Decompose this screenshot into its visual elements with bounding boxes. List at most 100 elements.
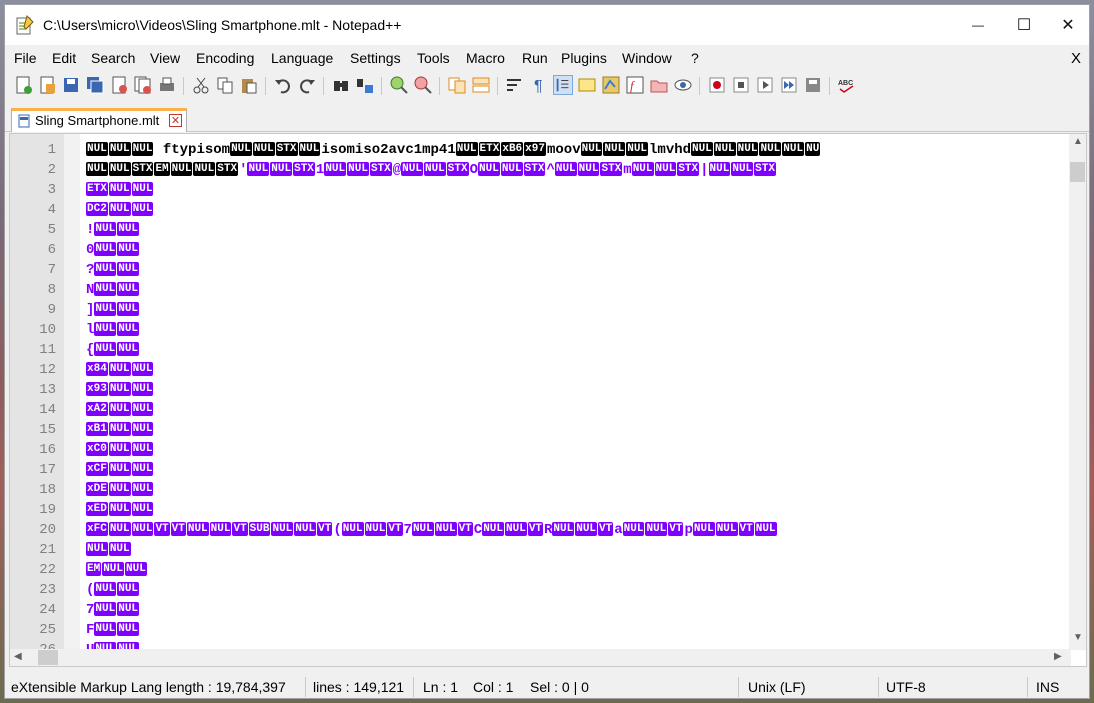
word-wrap-icon[interactable] (505, 75, 525, 95)
scroll-down-icon[interactable]: ▼ (1073, 632, 1083, 643)
monitoring-icon[interactable] (673, 75, 693, 95)
code-line[interactable]: EM NUL NUL (86, 560, 1070, 580)
code-line[interactable]: DC2 NUL NUL (86, 200, 1070, 220)
cut-icon[interactable] (191, 75, 211, 95)
code-line[interactable]: xDE NUL NUL (86, 480, 1070, 500)
menu-view[interactable]: View (150, 50, 180, 66)
code-line[interactable]: {NUL NUL (86, 340, 1070, 360)
code-line[interactable]: FNUL NUL (86, 620, 1070, 640)
status-sel: Sel : 0 | 0 (530, 679, 589, 695)
minimize-icon: — (972, 18, 984, 32)
menu-macro[interactable]: Macro (466, 50, 505, 66)
scroll-left-icon[interactable]: ◀ (14, 651, 22, 662)
code-line[interactable]: x84 NUL NUL (86, 360, 1070, 380)
status-eol[interactable]: Unix (LF) (748, 679, 806, 695)
code-line[interactable]: lNUL NUL (86, 320, 1070, 340)
copy-icon[interactable] (215, 75, 235, 95)
code-text[interactable]: NUL NUL NUL ftypisomNUL NUL STX NUL isomiso2av… (86, 140, 1070, 656)
close-window-button[interactable]: ✕ (1045, 5, 1089, 45)
menu-file[interactable]: File (14, 50, 37, 66)
code-line[interactable]: xED NUL NUL (86, 500, 1070, 520)
horizontal-scroll-thumb[interactable] (38, 650, 58, 665)
zoom-in-icon[interactable] (389, 75, 409, 95)
menu-edit[interactable]: Edit (52, 50, 76, 66)
code-line[interactable]: (NUL NUL (86, 580, 1070, 600)
menu-settings[interactable]: Settings (350, 50, 401, 66)
paste-icon[interactable] (239, 75, 259, 95)
redo-icon[interactable] (297, 75, 317, 95)
editor-area[interactable]: 1 2 3 4 5 6 7 8 9 10 11 12 13 14 15 16 17 18 19 20 21 22 23 24 2… (9, 133, 1087, 667)
spell-check-icon[interactable]: ABC (837, 75, 857, 95)
tab-label: Sling Smartphone.mlt (35, 113, 160, 128)
sync-horizontal-icon[interactable] (471, 75, 491, 95)
tab-sling-smartphone[interactable]: Sling Smartphone.mlt ✕ (11, 108, 187, 132)
code-line[interactable]: 0NUL NUL (86, 240, 1070, 260)
open-file-icon[interactable] (37, 75, 57, 95)
menu-window[interactable]: Window (622, 50, 672, 66)
user-defined-language-icon[interactable] (577, 75, 597, 95)
code-line[interactable]: !NUL NUL (86, 220, 1070, 240)
fold-margin (64, 134, 80, 666)
run-macro-multiple-icon[interactable] (779, 75, 799, 95)
code-line[interactable]: NUL NUL NUL ftypisomNUL NUL STX NUL isomiso2av… (86, 140, 1070, 160)
toolbar-separator (497, 77, 498, 95)
title-bar[interactable]: C:\Users\micro\Videos\Sling Smartphone.m… (5, 5, 1089, 45)
sync-vertical-icon[interactable] (447, 75, 467, 95)
close-document-x[interactable]: X (1071, 50, 1081, 67)
maximize-button[interactable]: ☐ (1001, 5, 1047, 45)
menu-bar: File Edit Search View Encoding Language … (5, 49, 1089, 71)
zoom-out-icon[interactable] (413, 75, 433, 95)
code-line[interactable]: ?NUL NUL (86, 260, 1070, 280)
menu-tools[interactable]: Tools (417, 50, 450, 66)
document-map-icon[interactable] (601, 75, 621, 95)
menu-run[interactable]: Run (522, 50, 548, 66)
code-line[interactable]: xA2 NUL NUL (86, 400, 1070, 420)
vertical-scrollbar[interactable]: ▲ ▼ (1069, 134, 1086, 650)
code-line[interactable]: ]NUL NUL (86, 300, 1070, 320)
tab-close-icon[interactable]: ✕ (169, 114, 182, 127)
code-line[interactable]: x93 NUL NUL (86, 380, 1070, 400)
undo-icon[interactable] (273, 75, 293, 95)
code-line[interactable]: xC0 NUL NUL (86, 440, 1070, 460)
code-line[interactable]: 7NUL NUL (86, 600, 1070, 620)
record-macro-icon[interactable] (707, 75, 727, 95)
menu-encoding[interactable]: Encoding (196, 50, 254, 66)
play-macro-icon[interactable] (755, 75, 775, 95)
save-icon[interactable] (61, 75, 81, 95)
indent-guide-icon[interactable] (553, 75, 573, 95)
new-file-icon[interactable] (13, 75, 33, 95)
print-icon[interactable] (157, 75, 177, 95)
code-line[interactable]: NNUL NUL (86, 280, 1070, 300)
close-all-icon[interactable] (133, 75, 153, 95)
vertical-scroll-thumb[interactable] (1070, 162, 1085, 182)
save-macro-icon[interactable] (803, 75, 823, 95)
code-line[interactable]: xCF NUL NUL (86, 460, 1070, 480)
find-icon[interactable] (331, 75, 351, 95)
scroll-right-icon[interactable]: ▶ (1054, 651, 1062, 662)
toolbar-separator (381, 77, 382, 95)
horizontal-scrollbar[interactable]: ◀ ▶ (10, 649, 1071, 666)
menu-help[interactable]: ? (691, 50, 699, 66)
show-all-characters-icon[interactable]: ¶ (529, 75, 549, 95)
folder-as-workspace-icon[interactable] (649, 75, 669, 95)
replace-icon[interactable] (355, 75, 375, 95)
status-encoding[interactable]: UTF-8 (886, 679, 926, 695)
menu-plugins[interactable]: Plugins (561, 50, 607, 66)
function-list-icon[interactable]: f (625, 75, 645, 95)
scroll-up-icon[interactable]: ▲ (1073, 136, 1083, 147)
stop-macro-icon[interactable] (731, 75, 751, 95)
toolbar-separator (439, 77, 440, 95)
minimize-button[interactable]: — (955, 5, 1001, 45)
menu-search[interactable]: Search (91, 50, 135, 66)
code-line[interactable]: NUL NUL STX EM NUL NUL STX 'NUL NUL STX 1NUL NUL STX… (86, 160, 1070, 180)
line-number: 2 (47, 162, 56, 178)
code-line[interactable]: ETX NUL NUL (86, 180, 1070, 200)
code-line[interactable]: xFC NUL NUL VT VT NUL NUL VT SUB NUL NUL VT (NUL NUL V… (86, 520, 1070, 540)
save-all-icon[interactable] (85, 75, 105, 95)
code-line[interactable]: NUL NUL (86, 540, 1070, 560)
close-file-icon[interactable] (109, 75, 129, 95)
status-insert-mode[interactable]: INS (1036, 679, 1059, 695)
code-line[interactable]: xB1 NUL NUL (86, 420, 1070, 440)
menu-language[interactable]: Language (271, 50, 333, 66)
line-number: 5 (47, 222, 56, 238)
